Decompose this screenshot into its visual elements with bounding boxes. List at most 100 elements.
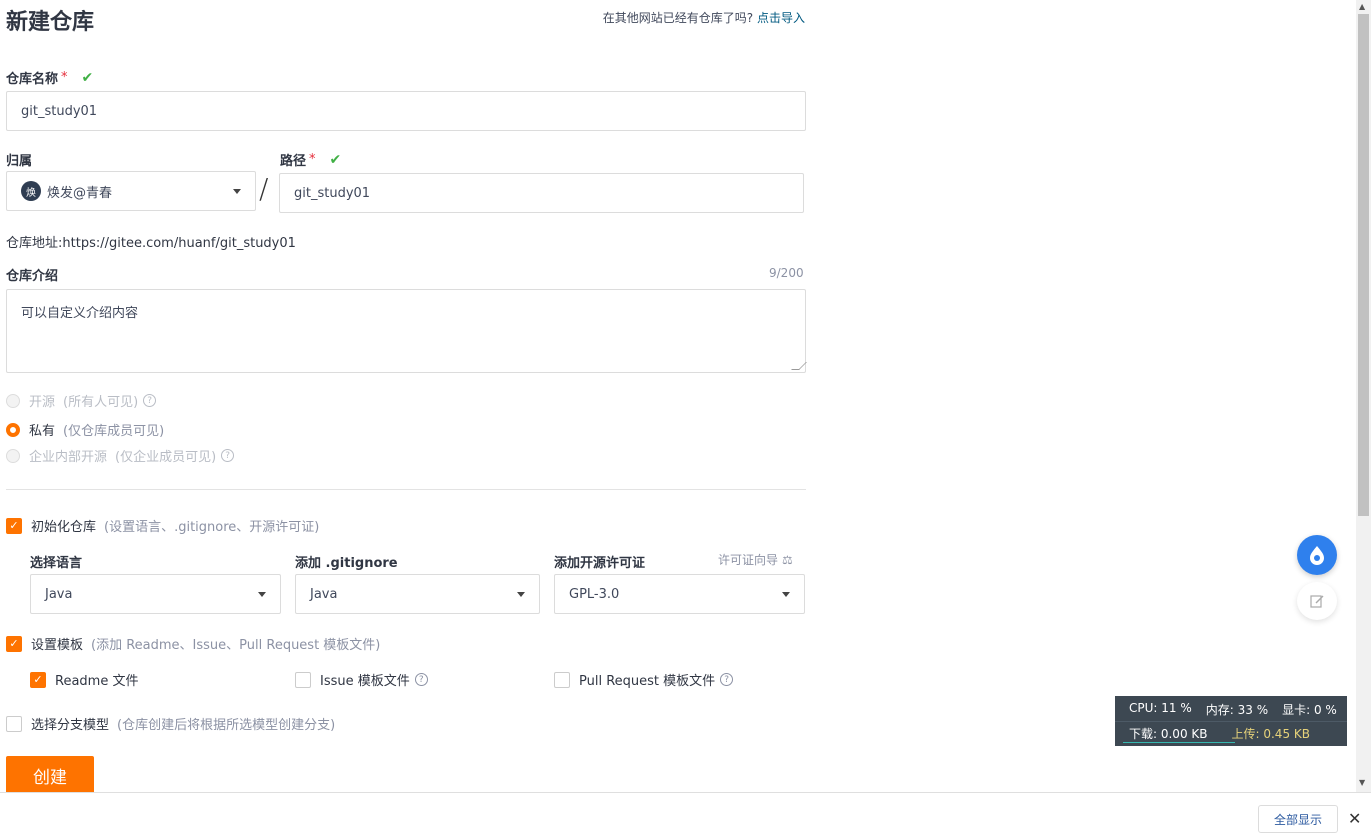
visibility-open-label: 开源: [29, 395, 56, 410]
help-icon[interactable]: ?: [143, 394, 157, 407]
repo-name-label-row: 仓库名称 * ✔: [6, 68, 94, 88]
show-all-button[interactable]: 全部显示: [1258, 805, 1338, 833]
language-value: Java: [45, 586, 73, 602]
download-speed: 下载: 0.00 KB: [1129, 727, 1208, 741]
scrollbar-thumb[interactable]: [1358, 14, 1369, 516]
template-hint: (添加 Readme、Issue、Pull Request 模板文件): [91, 638, 381, 653]
help-icon[interactable]: ?: [414, 673, 428, 686]
required-mark: *: [61, 70, 68, 85]
chevron-down-icon: [258, 591, 266, 597]
checkbox-icon[interactable]: [295, 671, 311, 688]
system-monitor: CPU: 11 % 内存: 33 % 显卡: 0 % 下载: 0.00 KB 上…: [1115, 696, 1347, 746]
path-label: 路径: [280, 154, 307, 169]
path-separator: /: [259, 172, 269, 205]
check-icon: ✔: [329, 151, 342, 168]
visibility-open[interactable]: 开源 (所有人可见) ?: [6, 391, 157, 410]
branch-model-label: 选择分支模型: [31, 718, 110, 733]
chevron-down-icon: [782, 591, 790, 597]
cpu-usage: CPU: 11 %: [1129, 701, 1192, 715]
gitignore-label: 添加 .gitignore: [295, 556, 398, 571]
template-label: 设置模板: [31, 638, 84, 653]
pr-template-checkbox[interactable]: Pull Request 模板文件 ?: [554, 670, 734, 689]
scroll-up-icon[interactable]: ▲: [1359, 2, 1365, 11]
import-link[interactable]: 点击导入: [757, 11, 805, 25]
repo-address-label: 仓库地址:: [6, 236, 63, 251]
monitor-graph-line: [1123, 742, 1235, 743]
repo-address: 仓库地址:https://gitee.com/huanf/git_study01: [6, 232, 296, 251]
owner-select[interactable]: 焕 焕发@青春: [6, 171, 256, 211]
visibility-private-hint: (仅仓库成员可见): [63, 424, 165, 439]
checkbox-checked-icon[interactable]: ✓: [6, 517, 22, 534]
check-icon: ✔: [81, 69, 94, 86]
assistant-float-button[interactable]: [1297, 535, 1337, 575]
repo-name-input[interactable]: git_study01: [6, 91, 806, 131]
license-label: 添加开源许可证: [554, 556, 646, 571]
memory-usage: 内存: 33 %: [1205, 703, 1269, 717]
chevron-down-icon: [517, 591, 525, 597]
init-repo-checkbox[interactable]: ✓ 初始化仓库 (设置语言、.gitignore、开源许可证): [6, 516, 319, 535]
issue-template-checkbox[interactable]: Issue 模板文件 ?: [295, 670, 428, 689]
edit-float-button[interactable]: [1297, 582, 1337, 620]
import-hint-text: 在其他网站已经有仓库了吗?: [602, 11, 754, 25]
gpu-usage: 显卡: 0 %: [1282, 703, 1337, 717]
gitignore-select[interactable]: Java: [295, 574, 540, 614]
intro-label: 仓库介绍: [6, 269, 59, 284]
intro-textarea[interactable]: 可以自定义介绍内容: [6, 289, 807, 373]
template-checkbox[interactable]: ✓ 设置模板 (添加 Readme、Issue、Pull Request 模板文…: [6, 634, 380, 653]
repo-address-value: https://gitee.com/huanf/git_study01: [62, 236, 296, 251]
visibility-open-hint: (所有人可见): [63, 395, 139, 410]
scale-icon: ⚖: [782, 552, 793, 567]
droplet-icon: [1310, 546, 1324, 565]
bottom-bar: [0, 792, 1371, 836]
avatar: 焕: [21, 181, 41, 201]
visibility-enterprise-hint: (仅企业成员可见): [115, 450, 217, 465]
path-input[interactable]: git_study01: [279, 173, 804, 213]
path-value: git_study01: [294, 185, 371, 201]
license-value: GPL-3.0: [569, 586, 620, 602]
visibility-enterprise[interactable]: 企业内部开源 (仅企业成员可见) ?: [6, 446, 235, 465]
repo-name-value: git_study01: [21, 103, 98, 119]
readme-checkbox[interactable]: ✓ Readme 文件: [30, 670, 138, 689]
help-icon[interactable]: ?: [720, 673, 734, 686]
repo-name-label: 仓库名称: [6, 72, 59, 87]
license-select[interactable]: GPL-3.0: [554, 574, 805, 614]
monitor-divider: [1115, 721, 1347, 722]
intro-counter: 9/200: [769, 266, 804, 280]
language-select[interactable]: Java: [30, 574, 281, 614]
help-icon[interactable]: ?: [221, 449, 235, 462]
issue-template-label: Issue 模板文件: [320, 674, 410, 689]
visibility-private-label: 私有: [29, 424, 56, 439]
checkbox-icon[interactable]: [6, 715, 22, 732]
checkbox-icon[interactable]: [554, 671, 570, 688]
license-guide-text: 许可证向导: [718, 553, 779, 567]
upload-speed: 上传: 0.45 KB: [1231, 727, 1311, 741]
divider: [6, 489, 806, 490]
branch-model-hint: (仓库创建后将根据所选模型创建分支): [117, 718, 336, 733]
readme-label: Readme 文件: [55, 674, 139, 689]
edit-icon: [1310, 595, 1324, 608]
checkbox-checked-icon[interactable]: ✓: [6, 635, 22, 652]
branch-model-checkbox[interactable]: 选择分支模型 (仓库创建后将根据所选模型创建分支): [6, 714, 335, 733]
init-repo-label: 初始化仓库: [31, 520, 97, 535]
required-mark: *: [309, 152, 316, 167]
visibility-enterprise-label: 企业内部开源: [29, 450, 108, 465]
radio-button[interactable]: [6, 393, 20, 408]
chevron-down-icon: [233, 188, 241, 194]
owner-value: 焕发@青春: [47, 185, 113, 201]
close-icon[interactable]: ✕: [1348, 809, 1361, 828]
pr-template-label: Pull Request 模板文件: [579, 674, 716, 689]
init-repo-hint: (设置语言、.gitignore、开源许可证): [104, 520, 320, 535]
gitignore-value: Java: [310, 586, 338, 602]
scroll-down-icon[interactable]: ▼: [1359, 778, 1365, 787]
create-button[interactable]: 创建: [6, 756, 94, 794]
license-guide-link[interactable]: 许可证向导 ⚖: [718, 551, 793, 568]
page-title: 新建仓库: [6, 10, 95, 35]
import-hint: 在其他网站已经有仓库了吗? 点击导入: [603, 9, 805, 26]
visibility-private[interactable]: 私有 (仅仓库成员可见): [6, 420, 164, 439]
resize-handle[interactable]: [791, 362, 807, 370]
intro-value: 可以自定义介绍内容: [21, 306, 139, 321]
owner-label: 归属: [6, 154, 33, 169]
checkbox-checked-icon[interactable]: ✓: [30, 671, 46, 688]
radio-button-selected[interactable]: [6, 422, 20, 437]
radio-button[interactable]: [6, 448, 20, 463]
